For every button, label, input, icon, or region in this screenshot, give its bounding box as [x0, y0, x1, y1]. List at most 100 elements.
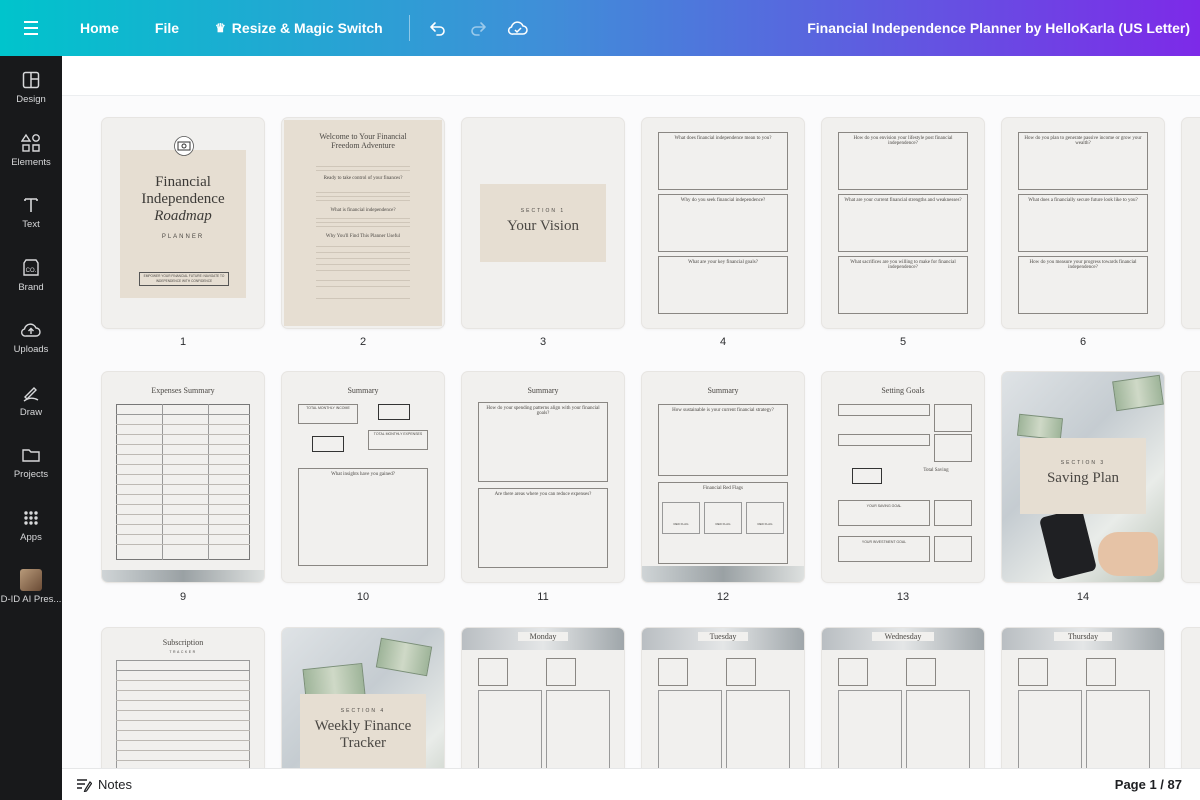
- sidebar-item-d-id-ai-presenter[interactable]: D-ID AI Pres...: [0, 556, 62, 619]
- table-rule: [116, 524, 250, 525]
- page-number: 3: [539, 336, 547, 348]
- notes-label: Notes: [98, 777, 132, 792]
- sidebar-item-brand[interactable]: CO. Brand: [0, 244, 62, 307]
- table-rule: [116, 700, 250, 701]
- table-rule: [116, 690, 250, 691]
- table-rule: [116, 760, 250, 761]
- page-thumbnail-18[interactable]: SECTION 4 Weekly Finance Tracker: [282, 628, 444, 768]
- actual-spend-box: [906, 658, 936, 686]
- text-line: [316, 246, 410, 247]
- document-title[interactable]: Financial Independence Planner by HelloK…: [807, 0, 1190, 56]
- table-rule: [116, 414, 250, 415]
- sidebar-item-elements[interactable]: Elements: [0, 119, 62, 182]
- text-line: [316, 264, 410, 265]
- page-thumbnail-17[interactable]: Subscription TRACKER: [102, 628, 264, 768]
- projects-icon: [20, 444, 42, 466]
- resize-magic-switch-button[interactable]: ♛ Resize & Magic Switch: [197, 0, 401, 56]
- resize-label: Resize & Magic Switch: [231, 20, 383, 36]
- elements-icon: [20, 132, 42, 154]
- cash-photo: [1016, 413, 1064, 441]
- flag-card: [662, 502, 700, 534]
- table-divider: [208, 404, 209, 560]
- page-thumbnail-21[interactable]: Wednesday: [822, 628, 984, 768]
- day-title: Thursday: [1054, 632, 1112, 641]
- notes-button[interactable]: Notes: [76, 777, 132, 792]
- page-thumbnail-6[interactable]: How do you plan to generate passive inco…: [1002, 118, 1164, 328]
- page-thumbnail-22[interactable]: Thursday: [1002, 628, 1164, 768]
- cloud-save-status[interactable]: [498, 0, 538, 56]
- table-rule: [116, 710, 250, 711]
- table-divider: [162, 404, 163, 560]
- page-thumbnail-11[interactable]: Summary How do your spending patterns al…: [462, 372, 624, 582]
- goal-field: [934, 536, 972, 562]
- page-thumbnail-1[interactable]: Financial Independence Roadmap PLANNER E…: [102, 118, 264, 328]
- category-table: [838, 690, 902, 768]
- section-title: Weekly Finance Tracker: [314, 718, 412, 751]
- text-line: [316, 166, 410, 167]
- page-heading: Setting Goals: [881, 386, 925, 395]
- cover-subtitle: PLANNER: [161, 234, 205, 240]
- page-number: 6: [1079, 336, 1087, 348]
- cash-illustration: [852, 468, 882, 484]
- prompt-question: How do your spending patterns align with…: [486, 406, 600, 416]
- sidebar-item-text[interactable]: Text: [0, 181, 62, 244]
- page-thumbnail-14[interactable]: SECTION 3 Saving Plan: [1002, 372, 1164, 582]
- page-thumbnail-2[interactable]: Welcome to Your Financial Freedom Advent…: [282, 118, 444, 328]
- sidebar-label: Design: [16, 94, 46, 106]
- design-icon: [20, 69, 42, 91]
- page-thumbnail-10[interactable]: Summary TOTAL MONTHLY INCOME TOTAL MONTH…: [282, 372, 444, 582]
- photo-strip: [102, 570, 264, 582]
- file-menu-button[interactable]: File: [137, 0, 197, 56]
- budget-box: [478, 658, 508, 686]
- red-flags-title: Financial Red Flags: [703, 486, 743, 491]
- day-title: Tuesday: [698, 632, 748, 641]
- menu-button[interactable]: [0, 0, 62, 56]
- page-thumbnail-3[interactable]: SECTION 1 Your Vision: [462, 118, 624, 328]
- text-line: [316, 218, 410, 219]
- sidebar-item-uploads[interactable]: Uploads: [0, 306, 62, 369]
- text-line: [316, 192, 410, 193]
- text-line: [316, 226, 410, 227]
- table-rule: [116, 444, 250, 445]
- page-counter[interactable]: Page 1 / 87: [1115, 777, 1182, 792]
- redo-button[interactable]: [458, 0, 498, 56]
- page-thumbnail-19[interactable]: Monday: [462, 628, 624, 768]
- text-line: [316, 252, 410, 253]
- table-rule: [116, 454, 250, 455]
- page-thumbnail-20[interactable]: Tuesday: [642, 628, 804, 768]
- sidebar-item-projects[interactable]: Projects: [0, 431, 62, 494]
- cover-title: Financial Independence: [141, 174, 225, 207]
- budget-box: [1018, 658, 1048, 686]
- actual-spend-box: [546, 658, 576, 686]
- prompt-box: [658, 404, 788, 476]
- page-thumbnail-5[interactable]: How do you envision your lifestyle post …: [822, 118, 984, 328]
- sidebar-item-apps[interactable]: Apps: [0, 494, 62, 557]
- page-thumbnail-9[interactable]: Expenses Summary: [102, 372, 264, 582]
- budget-box: [838, 658, 868, 686]
- page-number: 14: [1076, 591, 1090, 603]
- home-button[interactable]: Home: [62, 0, 137, 56]
- page-thumbnail-15[interactable]: [1182, 372, 1200, 582]
- table-rule: [116, 474, 250, 475]
- table-rule: [116, 670, 250, 671]
- text-line: [316, 196, 410, 197]
- sidebar-item-draw[interactable]: Draw: [0, 369, 62, 432]
- text-line: [316, 222, 410, 223]
- page-thumbnail-4[interactable]: What does financial independence mean to…: [642, 118, 804, 328]
- actual-spend-box: [1086, 658, 1116, 686]
- page-thumbnail-13[interactable]: Setting Goals Total Saving YOUR SAVING G…: [822, 372, 984, 582]
- text-line: [316, 298, 410, 299]
- page-heading: Expenses Summary: [151, 386, 215, 395]
- page-thumbnail-23[interactable]: [1182, 628, 1200, 768]
- page-thumbnail-7[interactable]: [1182, 118, 1200, 328]
- prompt-question: How sustainable is your current financia…: [672, 408, 774, 413]
- cash-illustration: [378, 404, 410, 420]
- saving-wins-box: [1086, 690, 1150, 768]
- undo-button[interactable]: [418, 0, 458, 56]
- sidebar-item-design[interactable]: Design: [0, 56, 62, 119]
- page-number: 10: [356, 591, 370, 603]
- text-line: [316, 270, 410, 271]
- insights-question: What insights have you gained?: [331, 472, 395, 477]
- page-thumbnail-12[interactable]: Summary How sustainable is your current …: [642, 372, 804, 582]
- page-heading: Subscription: [162, 638, 204, 647]
